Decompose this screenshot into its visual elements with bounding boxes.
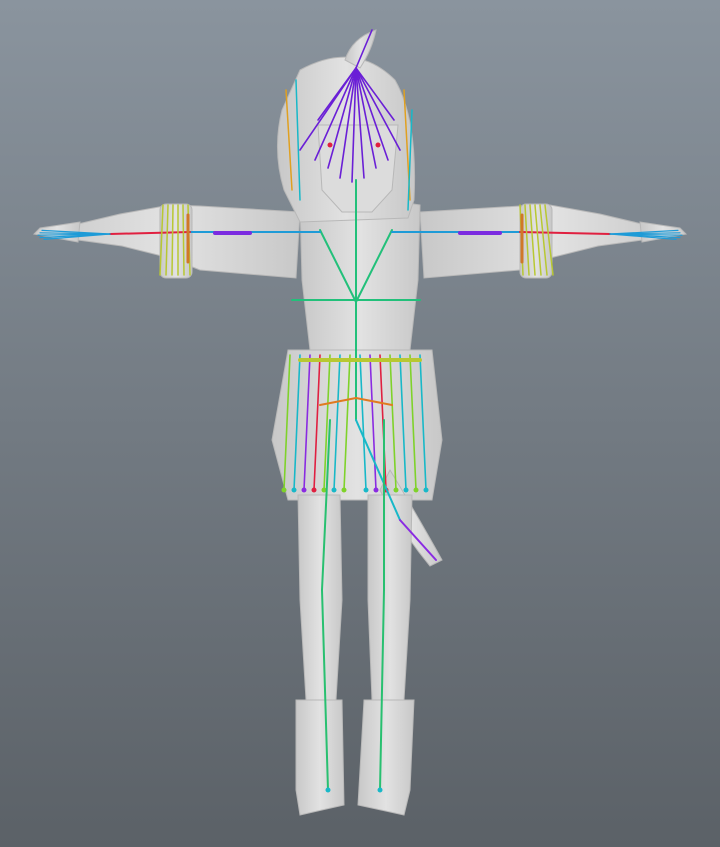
skirt-joint-2[interactable] xyxy=(301,487,307,493)
skirt-joint-5[interactable] xyxy=(331,487,337,493)
right-eye-joint[interactable] xyxy=(375,142,381,148)
skirt-joint-12[interactable] xyxy=(413,487,419,493)
left-sleeve-bone-2[interactable] xyxy=(171,204,174,276)
skirt-joint-6[interactable] xyxy=(341,487,347,493)
skirt-joint-1[interactable] xyxy=(291,487,297,493)
left-ankle-joint[interactable] xyxy=(325,787,331,793)
left-leg-mesh xyxy=(297,494,343,701)
left-boot-mesh xyxy=(295,699,345,816)
left-eye-joint[interactable] xyxy=(327,142,333,148)
viewport-canvas[interactable] xyxy=(0,0,720,847)
skirt-joint-3[interactable] xyxy=(311,487,317,493)
skirt-joint-7[interactable] xyxy=(363,487,369,493)
3d-viewport[interactable] xyxy=(0,0,720,847)
left-sleeve-bone-4[interactable] xyxy=(182,204,185,276)
torso-mesh xyxy=(299,199,421,351)
right-ankle-joint[interactable] xyxy=(377,787,383,793)
skirt-joint-11[interactable] xyxy=(403,487,409,493)
skirt-joint-10[interactable] xyxy=(393,487,399,493)
skirt-joint-13[interactable] xyxy=(423,487,429,493)
skirt-joint-0[interactable] xyxy=(281,487,287,493)
right-boot-mesh xyxy=(357,699,415,816)
skirt-joint-8[interactable] xyxy=(373,487,379,493)
